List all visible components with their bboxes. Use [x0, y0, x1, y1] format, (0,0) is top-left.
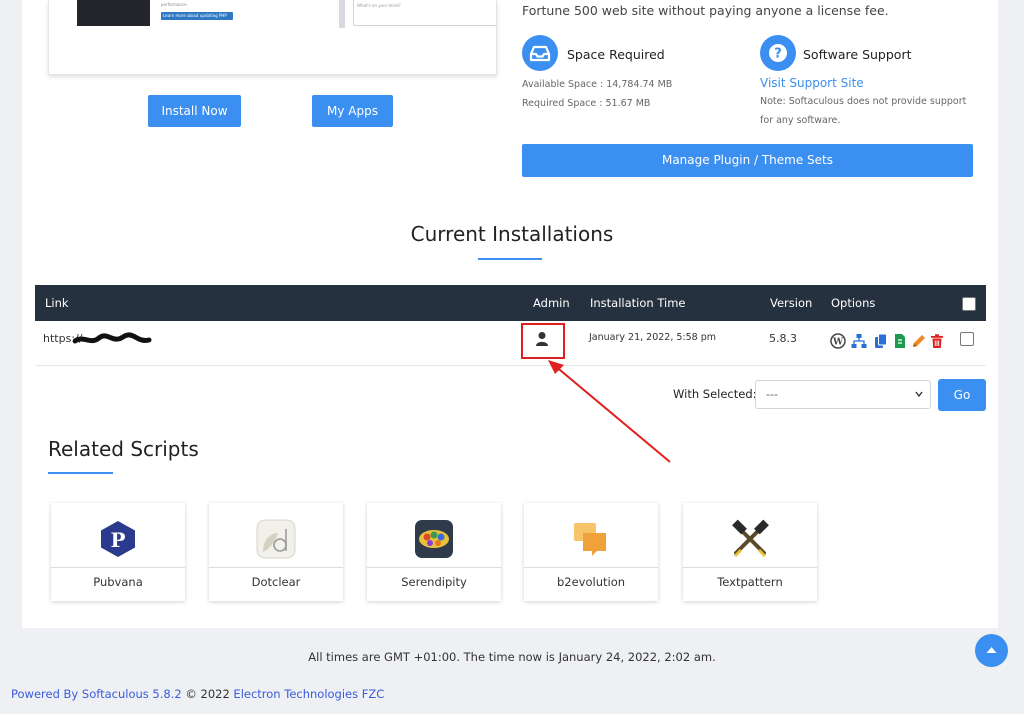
header-admin: Admin — [533, 296, 570, 310]
software-support-title: Software Support — [803, 47, 912, 62]
b2evolution-logo-icon — [571, 519, 611, 559]
redacted-scribble — [73, 332, 152, 344]
trash-icon[interactable] — [929, 333, 945, 349]
header-installation-time: Installation Time — [590, 296, 686, 310]
script-name: b2evolution — [556, 575, 626, 589]
chevron-down-icon — [914, 381, 924, 418]
timezone-note: All times are GMT +01:00. The time now i… — [308, 650, 716, 664]
script-tile-serendipity[interactable]: Serendipity — [367, 503, 501, 601]
installations-table-header: Link Admin Installation Time Version Opt… — [35, 285, 986, 321]
script-name: Pubvana — [93, 575, 143, 589]
preview-dark-block — [77, 0, 150, 26]
title-underline — [478, 258, 542, 260]
preview-update-link: Learn more about updating PHP — [161, 12, 233, 20]
company-link[interactable]: Electron Technologies FZC — [233, 687, 384, 701]
scroll-to-top-button[interactable] — [975, 634, 1008, 667]
intro-text: Fortune 500 web site without paying anyo… — [522, 3, 889, 18]
question-icon: ? — [760, 35, 796, 71]
screenshot-preview: performance. Learn more about updating P… — [48, 0, 497, 75]
with-selected-value: --- — [766, 388, 778, 401]
annotation-arrow — [548, 360, 671, 463]
backup-file-icon[interactable] — [892, 333, 908, 349]
preview-text: performance. — [161, 2, 188, 7]
script-tile-pubvana[interactable]: P Pubvana — [51, 503, 185, 601]
tile-divider — [524, 567, 658, 568]
required-space: Required Space : 51.67 MB — [522, 98, 651, 109]
installation-time: January 21, 2022, 5:58 pm — [589, 332, 717, 343]
with-selected-dropdown[interactable]: --- — [755, 380, 931, 409]
related-scripts-title: Related Scripts — [48, 437, 199, 461]
pubvana-logo-icon: P — [98, 519, 138, 559]
header-options: Options — [831, 296, 876, 310]
svg-text:?: ? — [774, 47, 782, 62]
script-tile-textpattern[interactable]: Textpattern — [683, 503, 817, 601]
serendipity-logo-icon — [414, 519, 454, 559]
powered-by: Powered By Softaculous 5.8.2 © 2022 Elec… — [11, 687, 384, 701]
preview-scrollbar — [339, 0, 345, 28]
svg-text:P: P — [110, 528, 125, 552]
support-note-line2: for any software. — [760, 115, 841, 126]
clone-sitemap-icon[interactable] — [851, 333, 867, 349]
install-now-button[interactable]: Install Now — [148, 95, 241, 127]
header-link: Link — [45, 296, 69, 310]
copyright-text: © 2022 — [181, 687, 234, 701]
svg-text:W: W — [832, 338, 844, 348]
tile-divider — [367, 567, 501, 568]
support-note-line1: Note: Softaculous does not provide suppo… — [760, 96, 967, 107]
tile-divider — [51, 567, 185, 568]
preview-comment-box: What's on your mind? — [353, 0, 496, 26]
table-row: https:// January 21, 2022, 5:58 pm 5.8.3… — [35, 321, 986, 366]
my-apps-button[interactable]: My Apps — [312, 95, 393, 127]
visit-support-link[interactable]: Visit Support Site — [760, 76, 864, 90]
script-name: Dotclear — [251, 575, 301, 589]
edit-pencil-icon[interactable] — [911, 333, 927, 349]
related-title-underline — [48, 472, 113, 474]
inbox-icon — [522, 35, 558, 71]
current-installations-title: Current Installations — [410, 222, 614, 246]
tile-divider — [209, 567, 343, 568]
softaculous-link[interactable]: Softaculous 5.8.2 — [82, 687, 182, 701]
installation-version: 5.8.3 — [769, 332, 797, 345]
script-name: Textpattern — [717, 575, 783, 589]
powered-by-prefix: Powered By — [11, 687, 82, 701]
manage-plugin-theme-sets-button[interactable]: Manage Plugin / Theme Sets — [522, 144, 973, 177]
space-required-title: Space Required — [567, 47, 665, 62]
row-checkbox[interactable] — [960, 332, 974, 346]
textpattern-logo-icon — [730, 519, 770, 559]
script-name: Serendipity — [401, 575, 467, 589]
admin-user-icon[interactable] — [535, 331, 549, 351]
available-space: Available Space : 14,784.74 MB — [522, 79, 673, 90]
tile-divider — [683, 567, 817, 568]
header-version: Version — [770, 296, 813, 310]
wordpress-icon[interactable]: W — [830, 333, 846, 349]
go-button[interactable]: Go — [938, 379, 986, 411]
dotclear-logo-icon — [256, 519, 296, 559]
script-tile-dotclear[interactable]: Dotclear — [209, 503, 343, 601]
arrow-up-icon — [986, 647, 997, 653]
script-tile-b2evolution[interactable]: b2evolution — [524, 503, 658, 601]
select-all-checkbox[interactable] — [962, 297, 976, 311]
copy-icon[interactable] — [873, 333, 889, 349]
with-selected-label: With Selected: — [673, 387, 757, 401]
